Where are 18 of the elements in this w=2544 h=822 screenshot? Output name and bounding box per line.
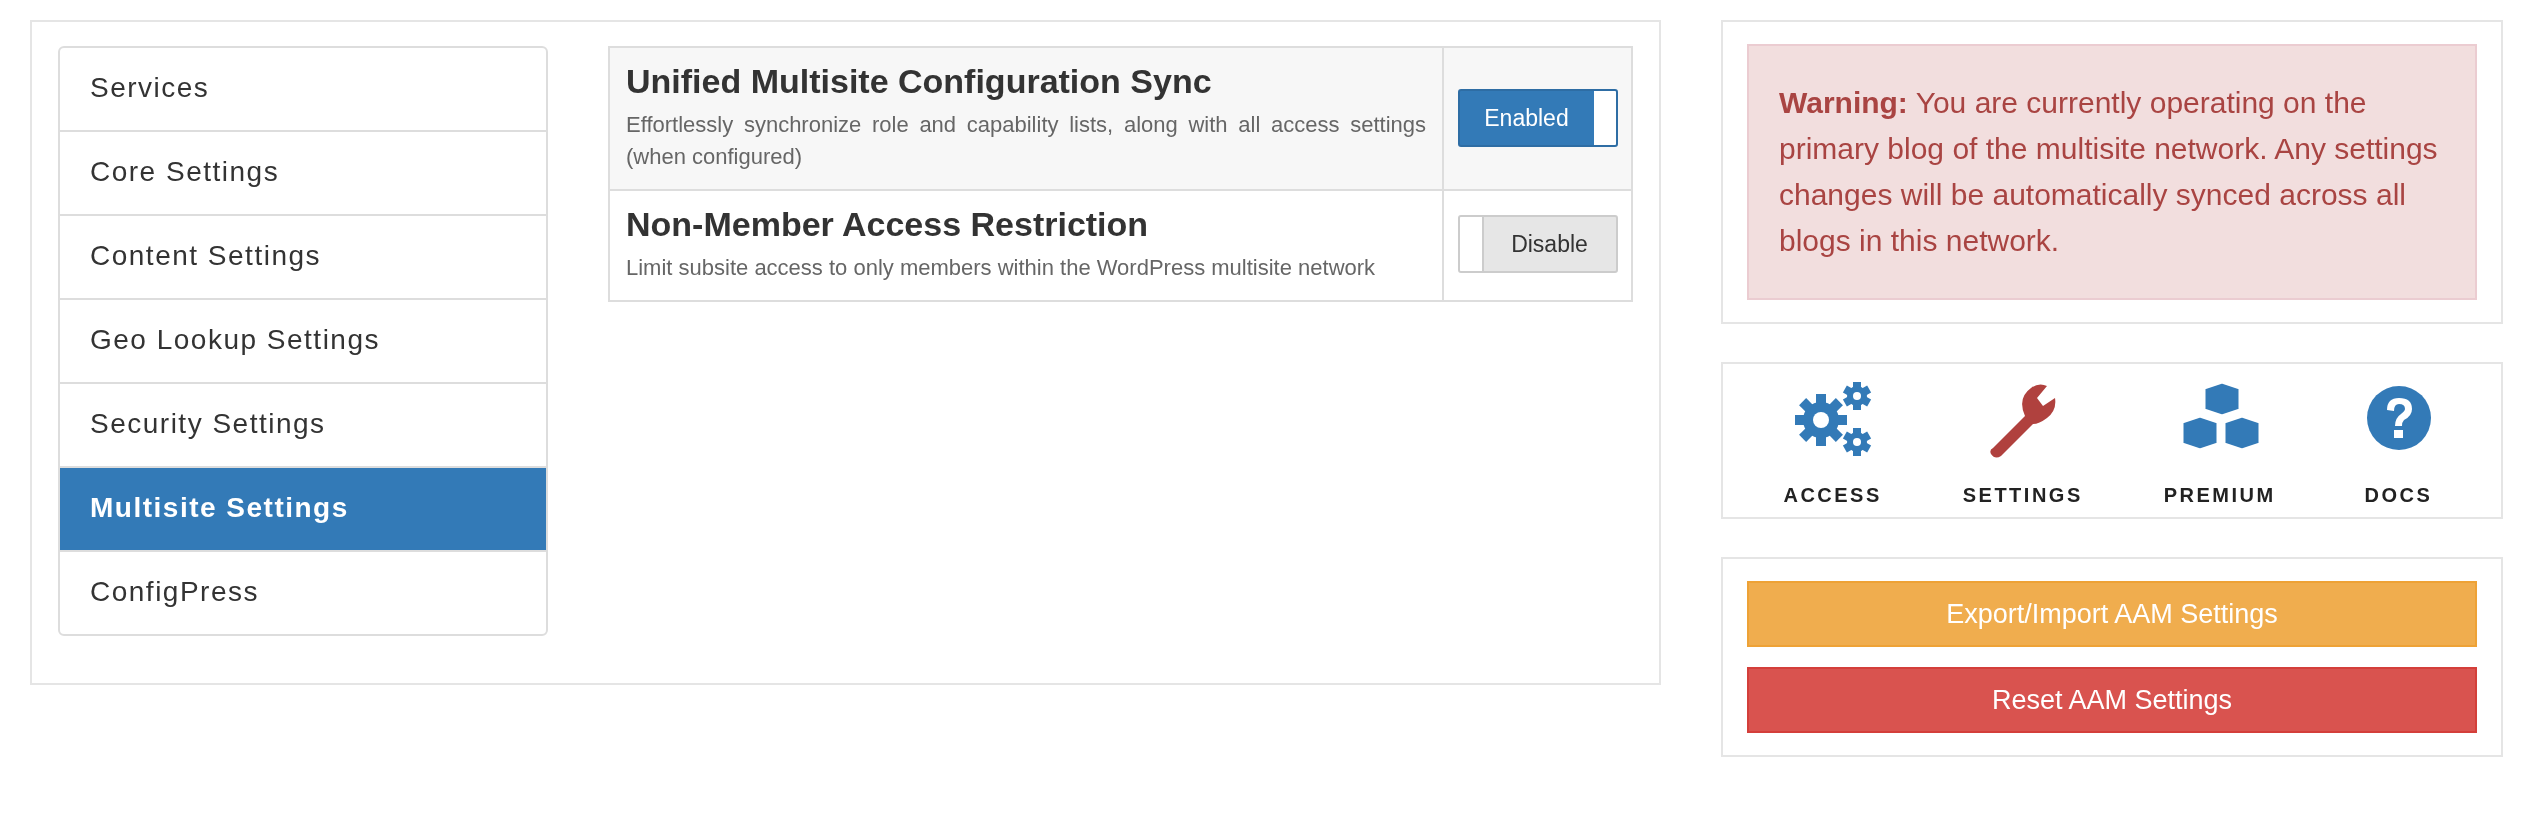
menu-item[interactable]: Multisite Settings bbox=[60, 468, 546, 552]
menu-item[interactable]: Content Settings bbox=[60, 216, 546, 300]
setting-description: Limit subsite access to only members within the WordPress multisite network bbox=[626, 253, 1377, 282]
toggle-switch[interactable]: Enabled bbox=[1457, 89, 1618, 148]
setting-title: Unified Multisite Configuration Sync bbox=[626, 62, 1213, 101]
shortcut-link[interactable]: PREMIUM bbox=[2163, 380, 2276, 507]
toggle-switch[interactable]: Disable bbox=[1457, 215, 1618, 274]
menu-item[interactable]: ConfigPress bbox=[60, 552, 546, 634]
menu-item[interactable]: Geo Lookup Settings bbox=[60, 300, 546, 384]
shortcut-link[interactable]: SETTINGS bbox=[1962, 380, 2083, 507]
menu-item[interactable]: Services bbox=[60, 48, 546, 132]
setting-title: Non-Member Access Restriction bbox=[626, 204, 1150, 244]
shortcut-link[interactable]: ACCESS bbox=[1783, 380, 1882, 507]
setting-description: Effortlessly synchronize role and capability lists, along with all access settings (when configured) bbox=[626, 111, 1426, 171]
warning-message: Warning: You are currently operating on the primary blog of the multisite network. Any settings changes will be automatically synced across all blogs in this network. bbox=[1747, 44, 2477, 300]
reset-button[interactable]: Reset AAM Settings bbox=[1747, 667, 2477, 733]
shortcut-link[interactable]: DOCS bbox=[2356, 380, 2441, 507]
menu-item[interactable]: Core Settings bbox=[60, 132, 546, 216]
